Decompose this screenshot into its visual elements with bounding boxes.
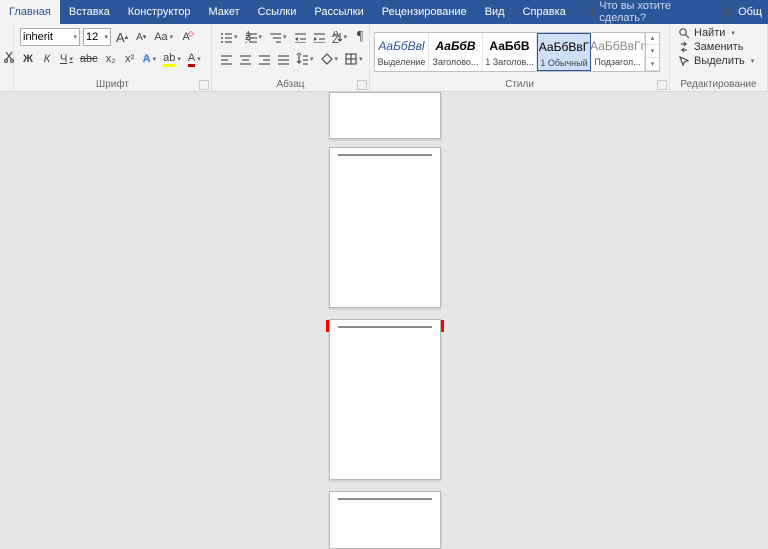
highlight-color-button[interactable]: ab [161,50,183,68]
share-label: Общ [738,6,762,18]
style-item[interactable]: АаБбВ1 Заголов... [483,33,537,71]
sort-button[interactable]: AZ [330,28,350,46]
styles-group-label: Стили [370,79,669,91]
tab-рассылки[interactable]: Рассылки [305,0,372,24]
style-item[interactable]: АаБбВЗаголово... [429,33,483,71]
page-thumbnail-1[interactable] [329,92,441,139]
bullets-button[interactable] [218,28,240,46]
change-case-button[interactable]: Aa [152,28,175,46]
font-dialog-launcher[interactable] [199,80,209,90]
strikethrough-button[interactable]: abc [78,50,100,68]
tab-конструктор[interactable]: Конструктор [119,0,200,24]
numbering-button[interactable]: 123 [243,28,265,46]
decrease-indent-button[interactable] [292,28,308,46]
find-button[interactable]: Найти▾ [674,26,763,40]
tab-рецензирование[interactable]: Рецензирование [373,0,476,24]
styles-gallery-scroll[interactable]: ▴▾▾ [645,33,659,71]
clipboard-group [0,24,14,91]
page-thumbnail-4[interactable] [329,491,441,549]
page-thumbnail-2[interactable] [329,147,441,308]
justify-button[interactable] [275,50,291,68]
editing-group: Найти▾ Заменить Выделить▾ Редактирование [670,24,768,91]
title-bar: ГлавнаяВставкаКонструкторМакетСсылкиРасс… [0,0,768,24]
bold-button[interactable]: Ж [20,50,36,68]
styles-dialog-launcher[interactable] [657,80,667,90]
grow-font-button[interactable]: A▴ [114,28,130,46]
share-button[interactable]: Общ [716,0,768,24]
page-header-rule [338,498,432,500]
styles-gallery[interactable]: АаБбВвlВыделениеАаБбВЗаголово...АаБбВ1 З… [374,32,660,72]
tell-me-search[interactable]: Что вы хотите сделать? [575,0,716,24]
tab-справка[interactable]: Справка [514,0,575,24]
line-spacing-button[interactable] [294,50,316,68]
style-item[interactable]: АаБбВвlВыделение [375,33,429,71]
cut-icon[interactable] [4,50,14,64]
tab-макет[interactable]: Макет [199,0,248,24]
borders-button[interactable] [343,50,365,68]
font-group: inherit▾ 12▾ A▴ A▾ Aa A◇ Ж К Ч abc x₂ x²… [14,24,212,91]
font-color-button[interactable]: A [186,50,203,68]
tab-главная[interactable]: Главная [0,0,60,24]
italic-button[interactable]: К [39,50,55,68]
shrink-font-button[interactable]: A▾ [133,28,149,46]
tab-вставка[interactable]: Вставка [60,0,119,24]
styles-group: АаБбВвlВыделениеАаБбВЗаголово...АаБбВ1 З… [370,24,670,91]
font-name-combo[interactable]: inherit▾ [20,28,80,46]
tell-me-placeholder: Что вы хотите сделать? [599,0,706,24]
show-hide-marks-button[interactable]: ¶ [352,28,368,46]
page-thumbnail-3[interactable] [329,319,441,480]
document-canvas[interactable] [0,92,768,549]
superscript-button[interactable]: x² [122,50,138,68]
style-item[interactable]: АаБбВвГ1 Обычный [537,33,591,71]
clear-formatting-button[interactable]: A◇ [178,28,194,46]
page-header-rule [338,326,432,328]
font-group-label: Шрифт [14,79,211,91]
increase-indent-button[interactable] [311,28,327,46]
paragraph-dialog-launcher[interactable] [357,80,367,90]
shading-button[interactable] [319,50,341,68]
tab-ссылки[interactable]: Ссылки [249,0,306,24]
editing-group-label: Редактирование [670,79,767,91]
align-center-button[interactable] [237,50,253,68]
font-size-combo[interactable]: 12▾ [83,28,111,46]
text-effects-button[interactable]: A [141,50,158,68]
ribbon: inherit▾ 12▾ A▴ A▾ Aa A◇ Ж К Ч abc x₂ x²… [0,24,768,92]
align-right-button[interactable] [256,50,272,68]
align-left-button[interactable] [218,50,234,68]
page-header-rule [338,154,432,156]
svg-text:Z: Z [332,34,339,43]
tab-вид[interactable]: Вид [476,0,514,24]
replace-button[interactable]: Заменить [674,40,763,54]
underline-button[interactable]: Ч [58,50,75,68]
subscript-button[interactable]: x₂ [103,50,119,68]
paragraph-group-label: Абзац [212,79,369,91]
paragraph-group: 123 AZ ¶ Абзац [212,24,370,91]
style-item[interactable]: АаБбВвГгПодзагол... [591,33,645,71]
multilevel-list-button[interactable] [267,28,289,46]
select-button[interactable]: Выделить▾ [674,54,763,68]
